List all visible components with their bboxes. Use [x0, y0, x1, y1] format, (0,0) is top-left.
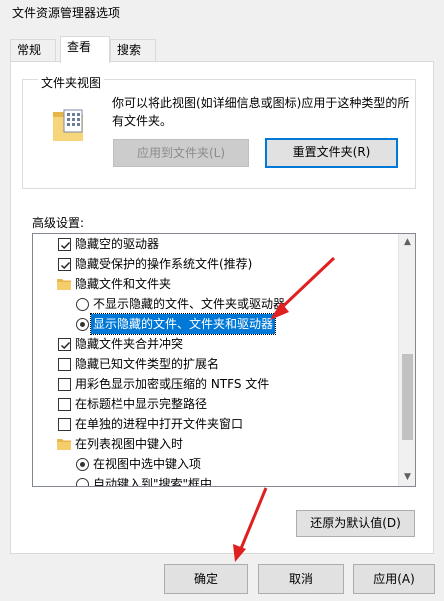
scrollbar-thumb[interactable] [402, 354, 413, 440]
folder-icon [57, 439, 71, 450]
list-item[interactable]: 在单独的进程中打开文件夹窗口 [33, 414, 399, 434]
advanced-settings-label: 高级设置: [32, 216, 85, 230]
radio-unchecked[interactable] [76, 298, 89, 311]
list-item[interactable]: 隐藏文件夹合并冲突 [33, 334, 399, 354]
list-item[interactable]: 隐藏已知文件类型的扩展名 [33, 354, 399, 374]
cancel-button[interactable]: 取消 [258, 564, 344, 594]
list-item-selected[interactable]: 显示隐藏的文件、文件夹和驱动器 [33, 313, 399, 335]
list-item[interactable]: 在标题栏中显示完整路径 [33, 394, 399, 414]
checkbox-checked[interactable] [58, 258, 71, 271]
tab-view[interactable]: 查看 [60, 36, 110, 63]
checkbox-checked[interactable] [58, 338, 71, 351]
list-item[interactable]: 用彩色显示加密或压缩的 NTFS 文件 [33, 374, 399, 394]
window-title: 文件资源管理器选项 [12, 6, 121, 20]
tab-general[interactable]: 常规 [10, 39, 56, 62]
radio-checked[interactable] [76, 458, 89, 471]
checkbox-unchecked[interactable] [58, 398, 71, 411]
apply-button[interactable]: 应用(A) [353, 564, 435, 594]
checkbox-checked[interactable] [58, 238, 71, 251]
list-item[interactable]: 隐藏空的驱动器 [33, 234, 399, 254]
list-item-folder: 在列表视图中键入时 [33, 434, 399, 454]
radio-unchecked[interactable] [76, 478, 89, 486]
folder-views-legend: 文件夹视图 [38, 74, 105, 91]
checkbox-unchecked[interactable] [58, 378, 71, 391]
folder-view-icon [53, 109, 83, 141]
apply-to-folders-button[interactable]: 应用到文件夹(L) [113, 139, 249, 167]
folder-icon [57, 279, 71, 290]
ok-button[interactable]: 确定 [164, 564, 248, 594]
checkbox-unchecked[interactable] [58, 418, 71, 431]
list-item[interactable]: 在视图中选中键入项 [33, 454, 399, 474]
list-item[interactable]: 隐藏受保护的操作系统文件(推荐) [33, 254, 399, 274]
restore-defaults-button[interactable]: 还原为默认值(D) [296, 510, 415, 537]
list-item[interactable]: 不显示隐藏的文件、文件夹或驱动器 [33, 294, 399, 314]
checkbox-unchecked[interactable] [58, 358, 71, 371]
radio-checked[interactable] [76, 318, 89, 331]
advanced-settings-list: 隐藏空的驱动器 隐藏受保护的操作系统文件(推荐) 隐藏文件和文件夹 不显示隐藏的… [32, 233, 416, 487]
vertical-scrollbar[interactable]: ▲ ▼ [398, 234, 415, 486]
folder-views-description: 你可以将此视图(如详细信息或图标)应用于这种类型的所有文件夹。 [112, 96, 410, 128]
scroll-down-icon[interactable]: ▼ [399, 469, 415, 486]
tab-strip: 常规 查看 搜索 [10, 36, 434, 63]
reset-folders-button[interactable]: 重置文件夹(R) [265, 138, 398, 168]
tab-search[interactable]: 搜索 [110, 39, 156, 62]
list-item[interactable]: 自动键入到"搜索"框中 [33, 474, 399, 486]
list-item-folder: 隐藏文件和文件夹 [33, 274, 399, 294]
scroll-up-icon[interactable]: ▲ [399, 234, 415, 251]
